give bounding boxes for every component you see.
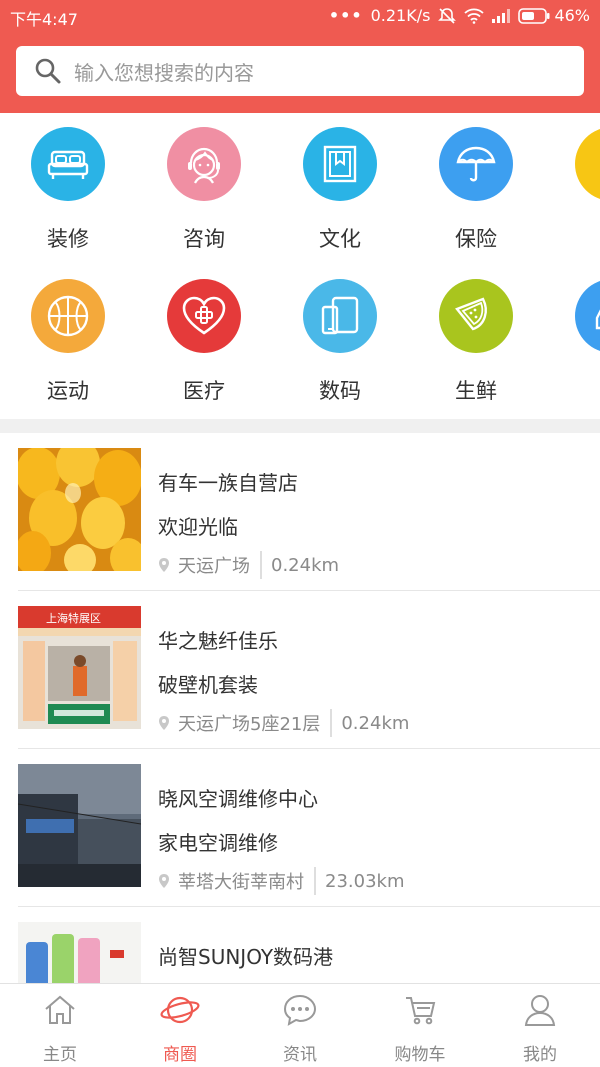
shop-item[interactable]: 上海特展区 华之魅纤佳乐 破壁机套装 天运广场5座21层 0.24km [18,591,600,749]
location-pin-icon [159,558,169,572]
shop-thumbnail [18,764,141,887]
more-dots-icon: ••• [328,6,363,25]
shop-distance: 0.24km [341,712,410,734]
shop-thumbnail [18,922,141,983]
shop-location: 天运广场5座21层 [178,714,321,735]
tab-label: 主页 [43,1045,77,1065]
category-grid: 装修 咨询 文化 保险 日 运动 医疗 [0,113,600,419]
category-label: 日 [544,223,600,253]
shop-item[interactable]: 晓风空调维修中心 家电空调维修 莘塔大街莘南村 23.03km [18,749,600,907]
mute-icon [438,7,457,24]
wifi-icon [464,8,485,24]
battery-percent: 46% [554,6,590,25]
shop-distance: 0.24km [271,554,340,576]
meta-separator [330,709,333,737]
shop-meta: 莘塔大街莘南村 23.03km [158,867,405,895]
category-label: 生鲜 [455,379,497,403]
signal-icon [492,8,511,23]
tab-label: 购物车 [394,1045,446,1065]
search-icon [35,58,61,84]
basketball-icon [31,279,105,353]
network-speed: 0.21K/s [370,6,431,25]
category-fresh[interactable]: 生鲜 [408,279,544,405]
search-bar[interactable]: 输入您想搜索的内容 [16,46,584,96]
tab-business-circle[interactable]: 商圈 [120,984,240,1067]
hourglass-icon [575,127,600,201]
shop-name: 尚智SUNJOY数码港 [158,945,334,969]
category-digital[interactable]: 数码 [272,279,408,405]
shop-meta: 天运广场 0.24km [158,551,339,579]
battery: 46% [518,6,590,25]
category-label: 汽 [544,375,600,405]
category-medical[interactable]: 医疗 [136,279,272,405]
home-icon [45,995,75,1024]
umbrella-icon [439,127,513,201]
category-label: 医疗 [183,379,225,403]
car-icon [575,279,600,353]
category-label: 文化 [319,227,361,251]
search-placeholder: 输入您想搜索的内容 [74,60,254,85]
category-auto[interactable]: 汽 [544,279,600,405]
shop-item[interactable]: 尚智SUNJOY数码港 [18,907,600,983]
person-icon [524,995,556,1026]
shop-thumbnail: 上海特展区 [18,606,141,729]
chat-bubble-icon [283,994,317,1026]
category-insurance[interactable]: 保险 [408,127,544,253]
category-sports[interactable]: 运动 [0,279,136,405]
shop-subtitle: 破壁机套装 [158,673,258,697]
heart-cross-icon [167,279,241,353]
status-bar: 下午4:47 ••• 0.21K/s 46% [0,0,600,32]
status-time: 下午4:47 [10,10,78,29]
shop-subtitle: 家电空调维修 [158,831,278,855]
shop-list: 有车一族自营店 欢迎光临 天运广场 0.24km 上海特展区 华之魅纤佳乐 破壁… [0,433,600,983]
section-divider [0,419,600,433]
category-label: 数码 [319,379,361,403]
location-pin-icon [159,874,169,888]
shop-name: 有车一族自营店 [158,471,298,495]
category-label: 咨询 [183,227,225,251]
tab-label: 资讯 [283,1045,317,1065]
tab-cart[interactable]: 购物车 [360,984,480,1067]
planet-icon [160,996,200,1024]
location-pin-icon [159,716,169,730]
tab-mine[interactable]: 我的 [480,984,600,1067]
tab-label: 我的 [523,1045,557,1065]
status-right: ••• 0.21K/s 46% [329,6,590,25]
shop-location: 天运广场 [178,556,250,577]
meta-separator [314,867,316,895]
header: 下午4:47 ••• 0.21K/s 46% 输入您想搜索的内容 [0,0,600,113]
shop-name: 晓风空调维修中心 [158,787,318,811]
category-daily[interactable]: 日 [544,127,600,253]
category-culture[interactable]: 文化 [272,127,408,253]
category-label: 保险 [455,227,497,251]
category-consulting[interactable]: 咨询 [136,127,272,253]
bottom-tab-bar: 主页 商圈 资讯 购物车 我的 [0,983,600,1067]
shop-distance: 23.03km [325,870,405,892]
tab-label: 商圈 [163,1045,197,1065]
shop-item[interactable]: 有车一族自营店 欢迎光临 天运广场 0.24km [18,433,600,591]
shop-subtitle: 欢迎光临 [158,515,238,539]
headset-girl-icon [167,127,241,201]
shop-thumbnail [18,448,141,571]
bed-icon [31,127,105,201]
meta-separator [260,551,262,579]
shop-meta: 天运广场5座21层 0.24km [158,709,409,737]
devices-icon [303,279,377,353]
watermelon-icon [439,279,513,353]
book-icon [303,127,377,201]
thumb-sign-text: 上海特展区 [46,612,101,625]
category-label: 装修 [47,227,89,251]
tab-home[interactable]: 主页 [0,984,120,1067]
cart-icon [406,997,436,1025]
shop-name: 华之魅纤佳乐 [158,629,278,653]
shop-location: 莘塔大街莘南村 [178,872,304,893]
battery-icon [518,7,550,24]
tab-news[interactable]: 资讯 [240,984,360,1067]
category-renovation[interactable]: 装修 [0,127,136,253]
category-label: 运动 [47,379,89,403]
